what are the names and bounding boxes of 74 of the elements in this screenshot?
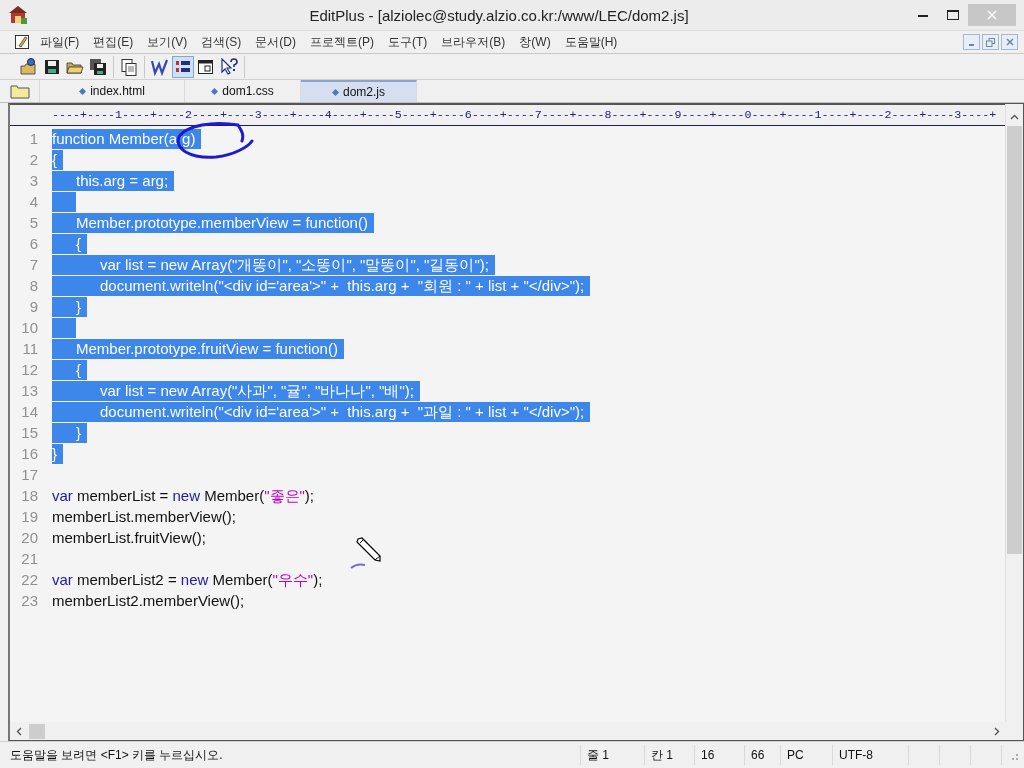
menu-item[interactable]: 파일(F) xyxy=(34,33,86,51)
menu-item[interactable]: 도구(T) xyxy=(382,33,434,51)
code-line: var memberList = new Member("좋은"); xyxy=(52,485,315,506)
line-number: 6 xyxy=(28,235,38,252)
status-text: 줄 1 xyxy=(581,745,645,765)
diamond-icon xyxy=(79,87,87,95)
menu-item[interactable]: 프로젝트(P) xyxy=(304,33,380,51)
toolbar-button[interactable] xyxy=(172,55,194,78)
line-number: 15 xyxy=(20,424,38,441)
close-icon xyxy=(987,10,997,20)
code-line: memberList.fruitView(); xyxy=(52,527,207,548)
window-title: EditPlus - [alziolec@study.alzio.co.kr:/www/LEC/dom2.js] xyxy=(308,6,690,24)
line-number: 2 xyxy=(28,151,38,168)
chevron-up-icon xyxy=(1010,114,1019,120)
pointer-question-icon xyxy=(220,57,238,76)
menu-item[interactable]: 편집(E) xyxy=(87,33,140,51)
menu-item[interactable]: 창(W) xyxy=(513,33,557,51)
line-number: 23 xyxy=(20,592,38,609)
line-number: 3 xyxy=(28,172,38,189)
chevron-right-icon xyxy=(993,726,1000,736)
menu-item[interactable]: 검색(S) xyxy=(195,33,248,51)
line-number: 5 xyxy=(28,214,38,231)
code-line: memberList2.memberView(); xyxy=(52,590,246,611)
line-number: 16 xyxy=(20,445,38,462)
chevron-left-icon xyxy=(15,726,22,736)
diamond-icon xyxy=(332,88,339,96)
line-number: 7 xyxy=(28,256,38,273)
restore-icon xyxy=(986,37,995,47)
status-text: 16 xyxy=(695,745,745,765)
menu-item[interactable]: 문서(D) xyxy=(249,33,302,51)
file-tab[interactable]: dom2.js xyxy=(301,80,417,102)
floppy-disks-icon xyxy=(89,57,107,76)
close-icon xyxy=(1005,38,1014,46)
line-number: 22 xyxy=(20,571,38,588)
status-text: 칸 1 xyxy=(645,745,695,765)
zigzag-icon xyxy=(151,57,169,76)
code-line: memberList.memberView(); xyxy=(52,506,237,527)
notepad-icon xyxy=(14,34,30,50)
line-number: 20 xyxy=(20,529,38,546)
scrollbar-thumb[interactable] xyxy=(1007,126,1022,554)
menu-item[interactable]: 도움말(H) xyxy=(558,33,624,51)
app-icon xyxy=(8,4,30,26)
line-number: 21 xyxy=(20,550,38,567)
line-number: 10 xyxy=(20,319,38,336)
line-number: 14 xyxy=(20,403,38,420)
pencil-cursor-icon xyxy=(356,537,382,563)
menu-item[interactable]: 브라우저(B) xyxy=(435,33,512,51)
line-number: 8 xyxy=(28,277,38,294)
ink-stroke xyxy=(349,562,367,570)
line-number: 18 xyxy=(20,487,38,504)
line-number: 1 xyxy=(28,130,38,147)
close-button[interactable] xyxy=(1001,34,1018,50)
line-number: 12 xyxy=(20,361,38,378)
pages-icon xyxy=(120,57,138,76)
menu-item[interactable]: 보기(V) xyxy=(141,33,194,51)
line-number: 17 xyxy=(20,466,38,483)
line-number: 19 xyxy=(20,508,38,525)
code-line: var memberList2 = new Member("우수"); xyxy=(52,569,324,590)
folder-icon xyxy=(10,83,30,99)
line-number: 4 xyxy=(28,193,38,210)
folder-globe-icon xyxy=(20,57,38,76)
status-text: 66 xyxy=(745,745,781,765)
status-text: UTF-8 xyxy=(833,745,909,765)
restore-button[interactable] xyxy=(982,34,999,50)
line-number: 9 xyxy=(28,298,38,315)
maximize-icon xyxy=(947,10,959,20)
status-text: 도움말을 보려면 <F1> 키를 누르십시오. xyxy=(0,745,581,765)
status-text: PC xyxy=(781,745,833,765)
diamond-icon xyxy=(211,87,219,95)
window-icon xyxy=(197,57,215,76)
line-number: 13 xyxy=(20,382,38,399)
line-number: 11 xyxy=(21,340,38,357)
scrollbar-thumb[interactable] xyxy=(29,723,45,739)
ruler-scale: ----+----1----+----2----+----3----+----4----+----5----+----6----+----7----+----8----+----9----+----0----+----1----+----2----+----3----+ xyxy=(52,107,997,124)
